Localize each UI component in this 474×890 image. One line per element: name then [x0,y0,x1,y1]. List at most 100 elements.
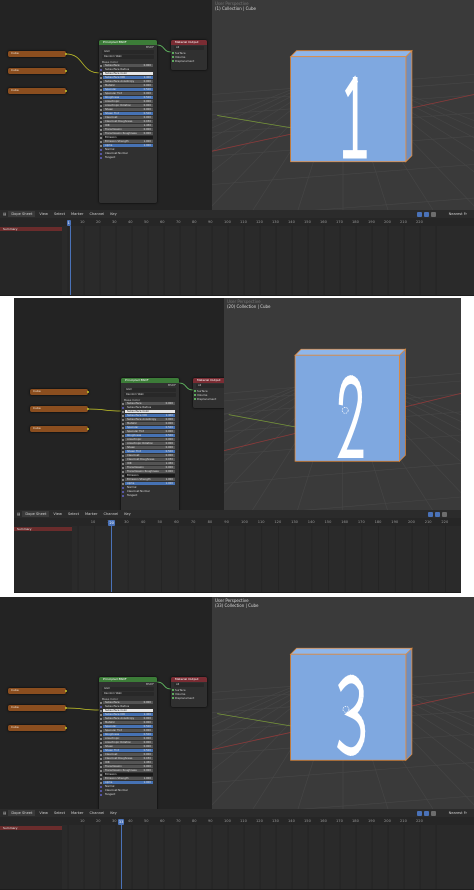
input-socket[interactable] [122,451,124,453]
menu-marker[interactable]: Marker [71,809,83,817]
3d-viewport[interactable]: User Perspective (1) Collection | Cube [212,0,474,210]
input-socket[interactable] [122,463,124,465]
image-texture-node[interactable]: Cube [8,725,67,731]
output-socket[interactable] [194,398,196,400]
dopesheet-channel-area[interactable]: Summary [0,226,474,295]
output-target-dropdown[interactable]: All [174,46,204,50]
output-socket[interactable] [194,390,196,392]
image-texture-node[interactable]: Cube [30,389,89,395]
input-socket[interactable] [100,762,102,764]
menu-view[interactable]: View [53,510,62,518]
input-socket[interactable] [100,69,102,71]
bsdf-input-row[interactable]: Tangent [100,793,153,797]
menu-channel[interactable]: Channel [103,510,118,518]
input-socket[interactable] [100,137,102,139]
image-texture-node[interactable]: Cube [8,68,67,74]
output-socket-row[interactable]: Displacement [171,696,207,700]
menu-channel[interactable]: Channel [89,210,104,218]
menu-select[interactable]: Select [54,210,65,218]
input-socket[interactable] [100,121,102,123]
dopesheet-channel-area[interactable]: Summary [14,526,461,592]
nearest-frame-toggle[interactable]: Nearest Fr [449,809,467,817]
playhead-line[interactable] [111,526,113,592]
nearest-frame-toggle[interactable]: Nearest Fr [449,210,467,218]
shader-node-editor[interactable]: Cube Cube Cube Principled BSDF BSDF GGX Random… [14,298,229,541]
input-socket[interactable] [100,790,102,792]
distribution-dropdown[interactable]: GGX [102,687,154,691]
input-socket[interactable] [100,81,102,83]
input-socket[interactable] [100,73,102,75]
input-socket[interactable] [122,471,124,473]
color-output-socket[interactable] [65,689,67,692]
input-socket[interactable] [100,718,102,720]
toggle-icon[interactable] [424,211,429,217]
toggle-icon[interactable] [417,810,422,816]
frame-ruler[interactable]: 1020304050607080901001101201301401501601… [14,518,461,526]
input-socket[interactable] [122,467,124,469]
editor-type-icon[interactable]: ▤ [3,809,6,817]
input-socket[interactable] [100,794,102,796]
input-socket[interactable] [100,726,102,728]
input-socket[interactable] [100,141,102,143]
input-socket[interactable] [100,738,102,740]
input-socket[interactable] [100,778,102,780]
input-socket[interactable] [122,495,124,497]
input-socket[interactable] [100,782,102,784]
menu-channel[interactable]: Channel [89,809,104,817]
output-target-dropdown[interactable]: All [196,384,226,388]
input-socket[interactable] [100,149,102,151]
menu-marker[interactable]: Marker [71,210,83,218]
input-socket[interactable] [122,427,124,429]
input-socket[interactable] [122,475,124,477]
input-socket[interactable] [122,423,124,425]
3d-viewport[interactable]: User Perspective (33) Collection | Cube [212,597,474,809]
bsdf-input-row[interactable]: Tangent [100,156,153,160]
color-output-socket[interactable] [65,726,67,729]
dopesheet-mode-dropdown[interactable]: Dope Sheet [8,211,36,217]
input-socket[interactable] [122,447,124,449]
input-socket[interactable] [122,403,124,405]
subsurface-method-dropdown[interactable]: Random Walk [102,692,154,696]
distribution-dropdown[interactable]: GGX [102,50,154,54]
image-texture-node[interactable]: Cube [8,705,67,711]
color-output-socket[interactable] [65,89,67,92]
input-socket[interactable] [122,415,124,417]
input-socket[interactable] [100,754,102,756]
toggle-icon[interactable] [431,211,436,217]
input-socket[interactable] [100,742,102,744]
input-socket[interactable] [100,157,102,159]
dopesheet-mode-dropdown[interactable]: Dope Sheet [8,810,36,816]
image-texture-node[interactable]: Cube [30,426,89,432]
input-socket[interactable] [122,491,124,493]
image-texture-node[interactable]: Cube [8,688,67,694]
bsdf-input-row[interactable]: Tangent [122,494,175,498]
input-socket[interactable] [122,435,124,437]
output-socket[interactable] [172,697,174,699]
subsurface-method-dropdown[interactable]: Random Walk [102,55,154,59]
input-socket[interactable] [122,419,124,421]
color-output-socket[interactable] [87,407,89,410]
distribution-dropdown[interactable]: GGX [124,388,176,392]
input-socket[interactable] [100,722,102,724]
toggle-icon[interactable] [431,810,436,816]
toggle-icon[interactable] [428,511,433,517]
dopesheet-mode-dropdown[interactable]: Dope Sheet [22,511,50,517]
principled-bsdf-node[interactable]: Principled BSDF BSDF GGX Random Walk Base Co… [99,40,157,203]
color-output-socket[interactable] [65,69,67,72]
subsurface-method-dropdown[interactable]: Random Walk [124,393,176,397]
input-socket[interactable] [122,407,124,409]
input-socket[interactable] [100,129,102,131]
editor-type-icon[interactable]: ▤ [3,210,6,218]
output-target-dropdown[interactable]: All [174,683,204,687]
material-output-title[interactable]: Material Output [171,40,207,45]
output-socket[interactable] [172,60,174,62]
frame-ruler[interactable]: 1020304050607080901001101201301401501601… [0,218,474,226]
input-socket[interactable] [100,774,102,776]
image-texture-node[interactable]: Cube [8,88,67,94]
input-socket[interactable] [100,750,102,752]
input-socket[interactable] [100,730,102,732]
input-socket[interactable] [100,109,102,111]
input-socket[interactable] [100,145,102,147]
3d-viewport[interactable]: User Perspective (20) Collection | Cube [224,298,461,510]
input-socket[interactable] [100,702,102,704]
